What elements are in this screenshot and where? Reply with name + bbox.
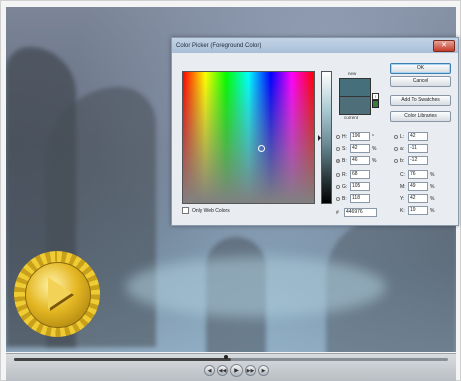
- magenta-input[interactable]: 49: [408, 182, 428, 191]
- slider-handle-icon[interactable]: [318, 135, 321, 141]
- green-row: G: 105: [336, 182, 372, 191]
- hue-unit: °: [372, 133, 374, 140]
- forward-button[interactable]: ▶▶: [245, 365, 256, 376]
- black-unit: %: [430, 207, 435, 214]
- dialog-titlebar[interactable]: Color Picker (Foreground Color): [172, 38, 458, 53]
- out-of-gamut-warning-icon[interactable]: !: [372, 93, 379, 100]
- only-web-colors-option[interactable]: Only Web Colors: [182, 207, 230, 214]
- next-icon: ▶: [261, 368, 266, 374]
- lab-b-radio[interactable]: [394, 158, 398, 163]
- lab-b-label: b:: [400, 157, 405, 164]
- new-label: new: [348, 71, 357, 76]
- lab-l-input[interactable]: 42: [408, 132, 428, 141]
- current-color-swatch[interactable]: [339, 96, 371, 115]
- blue-label: B:: [342, 195, 347, 202]
- magenta-unit: %: [430, 183, 435, 190]
- color-picker-dialog: Color Picker (Foreground Color) ✕ new cu…: [171, 37, 459, 226]
- previous-icon: ◀: [207, 368, 212, 374]
- color-field-marker[interactable]: [258, 145, 265, 152]
- lab-b-row: b: -12: [394, 156, 430, 165]
- progress-thumb[interactable]: [224, 355, 228, 359]
- saturation-unit: %: [372, 145, 377, 152]
- hue-label: H:: [342, 133, 347, 140]
- only-web-colors-checkbox[interactable]: [182, 207, 189, 214]
- saturation-radio[interactable]: [336, 146, 340, 151]
- play-button[interactable]: ▶: [230, 364, 243, 377]
- hue-slider[interactable]: [321, 71, 332, 204]
- blue-row: B: 118: [336, 194, 372, 203]
- lab-b-input[interactable]: -12: [408, 156, 428, 165]
- previous-button[interactable]: ◀: [204, 365, 215, 376]
- color-field[interactable]: [182, 71, 315, 204]
- lab-a-row: a: -11: [394, 144, 430, 153]
- red-label: R:: [342, 171, 347, 178]
- hex-row: # 446976: [336, 208, 379, 217]
- progress-track[interactable]: [14, 358, 448, 361]
- web-safe-cube-icon[interactable]: [372, 100, 379, 108]
- black-input[interactable]: 19: [408, 206, 428, 215]
- magenta-row: M: 49 %: [400, 182, 436, 191]
- close-button[interactable]: ✕: [433, 40, 455, 52]
- rewind-button[interactable]: ◀◀: [217, 365, 228, 376]
- player-controls-bar: ◀ ◀◀ ▶ ▶▶ ▶: [6, 353, 456, 381]
- red-row: R: 68: [336, 170, 372, 179]
- lab-a-input[interactable]: -11: [408, 144, 428, 153]
- brightness-row: B: 46 %: [336, 156, 378, 165]
- rewind-icon: ◀◀: [218, 368, 227, 374]
- lab-a-label: a:: [400, 145, 405, 152]
- blue-radio[interactable]: [336, 196, 340, 201]
- ok-button[interactable]: OK: [390, 63, 451, 74]
- saturation-label: S:: [342, 145, 347, 152]
- yellow-label: Y:: [400, 195, 405, 202]
- brightness-radio[interactable]: [336, 158, 340, 163]
- black-label: K:: [400, 207, 405, 214]
- yellow-row: Y: 42 %: [400, 194, 436, 203]
- badge-medallion: [25, 262, 91, 328]
- hue-radio[interactable]: [336, 134, 340, 139]
- play-icon: [48, 277, 72, 309]
- magenta-label: M:: [400, 183, 406, 190]
- cyan-input[interactable]: 76: [408, 170, 428, 179]
- dialog-title: Color Picker (Foreground Color): [176, 42, 262, 49]
- yellow-unit: %: [430, 195, 435, 202]
- canvas-mist: [126, 257, 386, 317]
- green-radio[interactable]: [336, 184, 340, 189]
- brightness-unit: %: [372, 157, 377, 164]
- next-button[interactable]: ▶: [258, 365, 269, 376]
- current-label: current: [344, 115, 359, 120]
- brightness-input[interactable]: 46: [350, 156, 370, 165]
- cancel-button[interactable]: Cancel: [390, 76, 451, 87]
- red-input[interactable]: 68: [350, 170, 370, 179]
- black-row: K: 19 %: [400, 206, 436, 215]
- play-button-icon: ▶: [234, 368, 239, 374]
- cyan-label: C:: [400, 171, 405, 178]
- only-web-colors-label: Only Web Colors: [192, 207, 230, 214]
- add-to-swatches-button[interactable]: Add To Swatches: [390, 95, 451, 106]
- hue-input[interactable]: 196: [350, 132, 370, 141]
- lab-l-row: L: 42: [394, 132, 430, 141]
- green-label: G:: [342, 183, 348, 190]
- brightness-label: B:: [342, 157, 347, 164]
- hex-input[interactable]: 446976: [344, 208, 377, 217]
- cyan-row: C: 76 %: [400, 170, 436, 179]
- play-badge[interactable]: [14, 251, 100, 337]
- lab-l-radio[interactable]: [394, 134, 398, 139]
- lab-a-radio[interactable]: [394, 146, 398, 151]
- lab-l-label: L:: [400, 133, 405, 140]
- hex-label: #: [336, 209, 339, 216]
- close-icon: ✕: [441, 42, 447, 49]
- forward-icon: ▶▶: [246, 368, 255, 374]
- color-libraries-button[interactable]: Color Libraries: [390, 111, 451, 122]
- new-color-swatch: [339, 78, 371, 97]
- yellow-input[interactable]: 42: [408, 194, 428, 203]
- green-input[interactable]: 105: [350, 182, 370, 191]
- saturation-row: S: 42 %: [336, 144, 378, 153]
- red-radio[interactable]: [336, 172, 340, 177]
- blue-input[interactable]: 118: [350, 194, 370, 203]
- app-frame: Color Picker (Foreground Color) ✕ new cu…: [0, 0, 461, 381]
- hue-row: H: 196 °: [336, 132, 378, 141]
- progress-fill: [14, 358, 231, 361]
- cyan-unit: %: [430, 171, 435, 178]
- saturation-input[interactable]: 42: [350, 144, 370, 153]
